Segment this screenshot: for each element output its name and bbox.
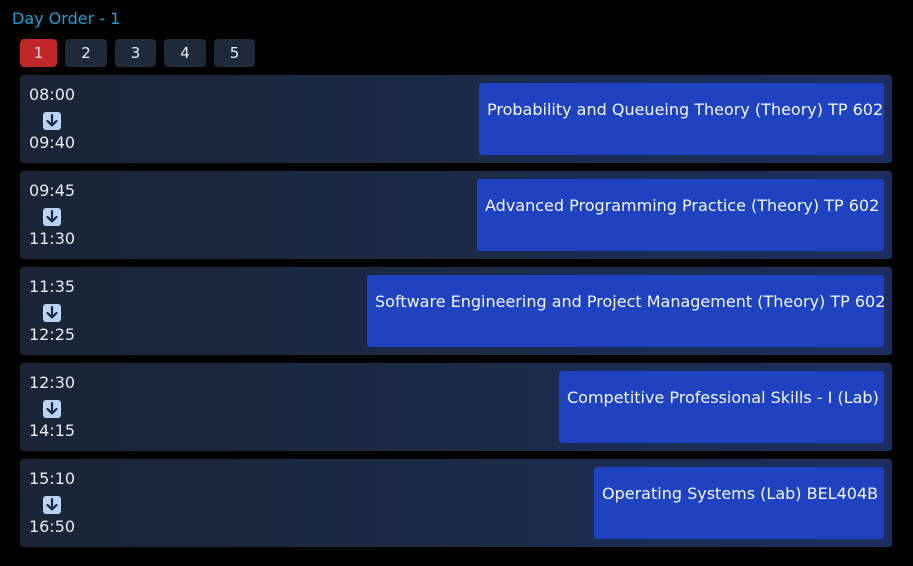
slot-start-time: 09:45 bbox=[28, 181, 76, 200]
day-tab-4[interactable]: 4 bbox=[164, 39, 206, 67]
arrow-down-icon bbox=[43, 304, 61, 322]
course-card[interactable]: Software Engineering and Project Managem… bbox=[367, 275, 885, 347]
arrow-down-icon bbox=[43, 112, 61, 130]
slot-time: 08:00 09:40 bbox=[20, 75, 84, 163]
day-tab-5[interactable]: 5 bbox=[214, 39, 255, 67]
day-tab-1[interactable]: 1 bbox=[20, 39, 57, 67]
slot-end-time: 16:50 bbox=[28, 517, 76, 536]
slot-start-time: 11:35 bbox=[28, 277, 76, 296]
arrow-down-icon bbox=[43, 208, 61, 226]
slot-end-time: 14:15 bbox=[28, 421, 76, 440]
timetable-slot: 11:35 12:25 Software Engineering and Pro… bbox=[20, 267, 892, 355]
slot-time: 09:45 11:30 bbox=[20, 171, 84, 259]
page-title: Day Order - 1 bbox=[12, 9, 121, 28]
slot-time: 11:35 12:25 bbox=[20, 267, 84, 355]
slot-time: 12:30 14:15 bbox=[20, 363, 84, 451]
course-card[interactable]: Probability and Queueing Theory (Theory)… bbox=[479, 83, 884, 155]
slot-start-time: 08:00 bbox=[28, 85, 76, 104]
slot-start-time: 15:10 bbox=[28, 469, 76, 488]
course-card[interactable]: Competitive Professional Skills - I (Lab… bbox=[559, 371, 884, 443]
arrow-down-icon bbox=[43, 400, 61, 418]
slot-end-time: 09:40 bbox=[28, 133, 76, 152]
slot-time: 15:10 16:50 bbox=[20, 459, 84, 547]
day-tab-3[interactable]: 3 bbox=[115, 39, 156, 67]
day-tab-2[interactable]: 2 bbox=[65, 39, 107, 67]
arrow-down-icon bbox=[43, 496, 61, 514]
timetable-slot: 12:30 14:15 Competitive Professional Ski… bbox=[20, 363, 892, 451]
slot-end-time: 11:30 bbox=[28, 229, 76, 248]
timetable-slot: 08:00 09:40 Probability and Queueing The… bbox=[20, 75, 892, 163]
timetable-slot: 15:10 16:50 Operating Systems (Lab) BEL4… bbox=[20, 459, 892, 547]
slot-start-time: 12:30 bbox=[28, 373, 76, 392]
course-card[interactable]: Advanced Programming Practice (Theory) T… bbox=[477, 179, 884, 251]
timetable-slot: 09:45 11:30 Advanced Programming Practic… bbox=[20, 171, 892, 259]
slot-end-time: 12:25 bbox=[28, 325, 76, 344]
course-card[interactable]: Operating Systems (Lab) BEL404B bbox=[594, 467, 884, 539]
